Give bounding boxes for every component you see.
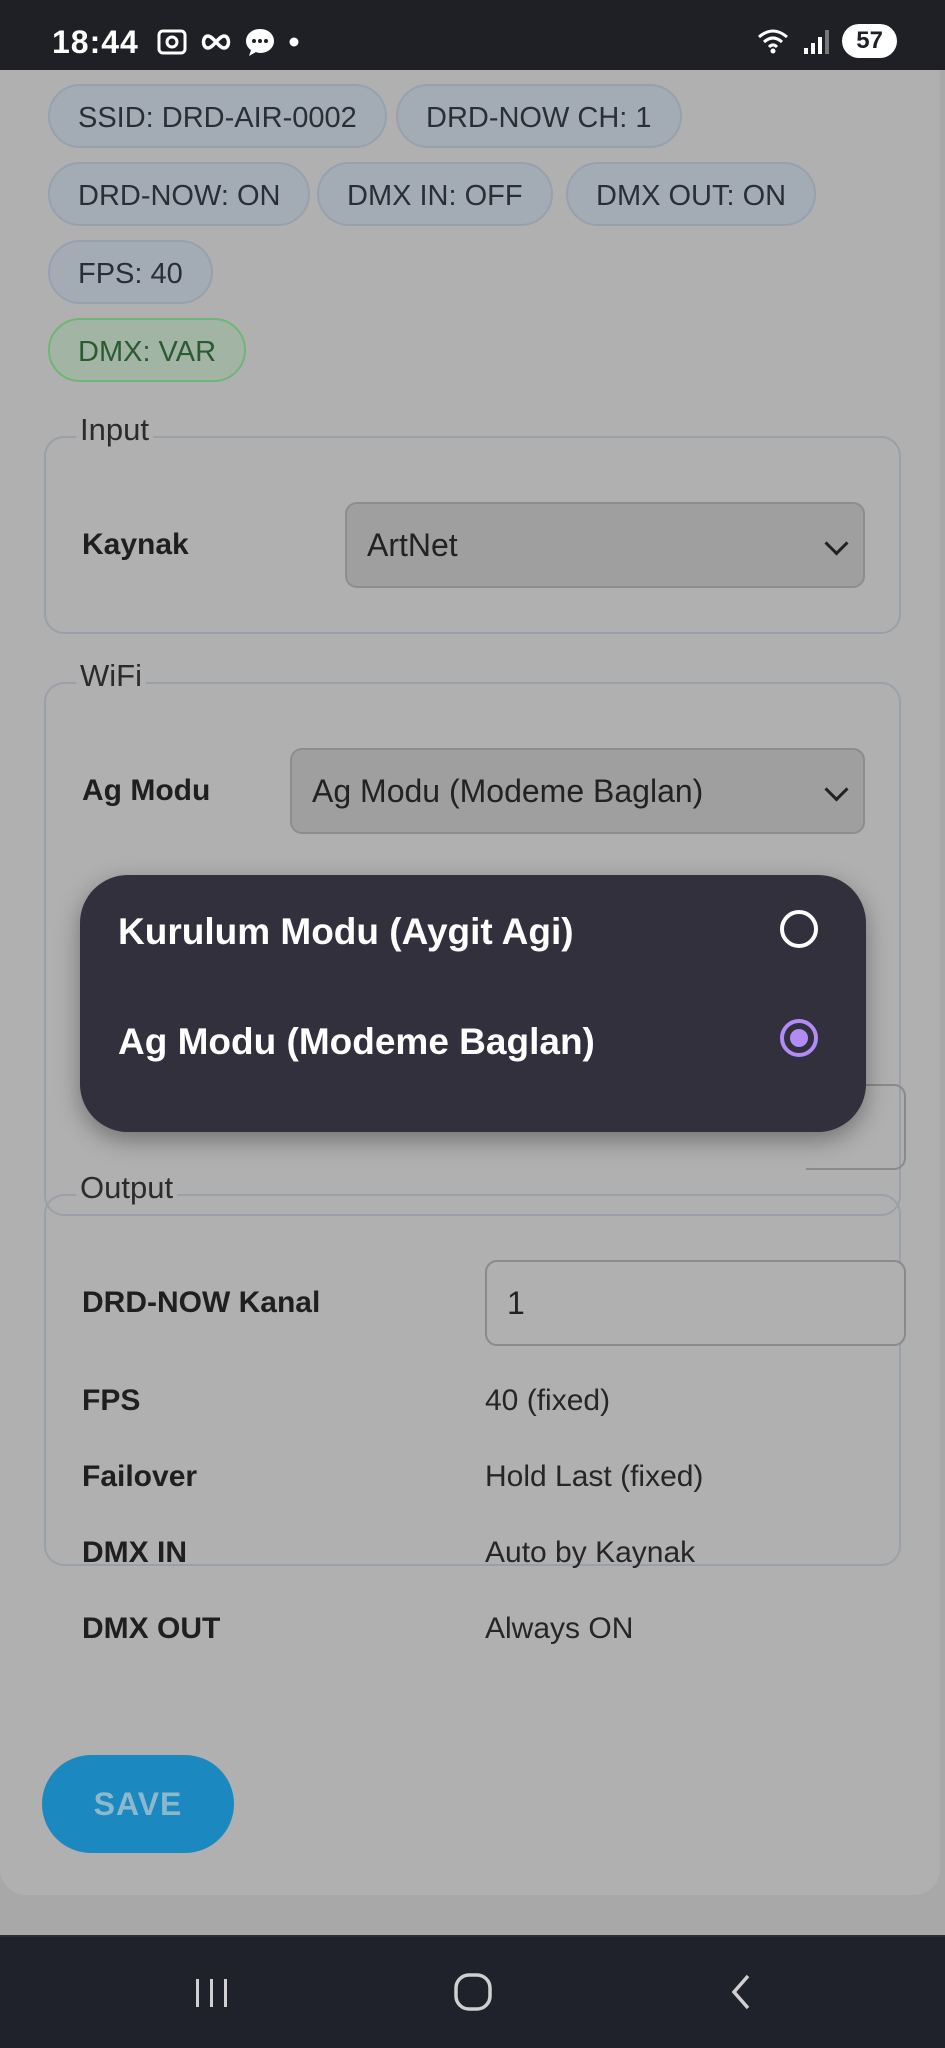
chevron-down-icon (824, 777, 849, 802)
infinity-icon (201, 34, 231, 50)
dmx-in-label: DMX IN (82, 1536, 187, 1569)
status-chip-drd-now-channel: DRD-NOW CH: 1 (396, 84, 682, 148)
status-bar: 18:44 57 (0, 0, 945, 70)
chevron-down-icon (824, 531, 849, 556)
drd-now-channel-label: DRD-NOW Kanal (82, 1286, 321, 1319)
home-icon[interactable] (452, 1971, 494, 2013)
output-section: Output DRD-NOW Kanal 1 FPS 40 (fixed) Fa… (44, 1170, 906, 1645)
network-mode-label: Ag Modu (82, 774, 211, 807)
status-chip-dmx-out: DMX OUT: ON (566, 162, 817, 226)
source-select[interactable]: ArtNet (345, 502, 865, 588)
wifi-section-legend: WiFi (76, 658, 146, 694)
status-chip-fps: FPS: 40 (48, 240, 213, 304)
option-setup-mode-label: Kurulum Modu (Aygit Agi) (118, 911, 574, 952)
status-chip-drd-now: DRD-NOW: ON (48, 162, 311, 226)
output-section-legend: Output (76, 1170, 178, 1206)
dmx-in-value: Auto by Kaynak (485, 1536, 696, 1569)
notification-icons (155, 26, 301, 58)
wifi-icon (758, 29, 789, 54)
status-time: 18:44 (52, 24, 139, 60)
battery-indicator: 57 (842, 24, 897, 58)
failover-value: Hold Last (fixed) (485, 1460, 704, 1493)
drd-now-channel-value: 1 (507, 1285, 525, 1321)
input-section: Input Kaynak ArtNet (44, 412, 901, 634)
status-chip-ssid: SSID: DRD-AIR-0002 (48, 84, 387, 148)
input-section-legend: Input (76, 412, 153, 448)
signal-icon (804, 30, 830, 54)
network-mode-dropdown: Kurulum Modu (Aygit Agi) Ag Modu (Modeme… (80, 875, 866, 1132)
system-icons: 57 (756, 24, 897, 58)
network-mode-select-value: Ag Modu (Modeme Baglan) (312, 773, 704, 809)
recent-apps-icon[interactable] (190, 1973, 234, 2013)
option-setup-mode[interactable]: Kurulum Modu (Aygit Agi) (80, 875, 866, 995)
fps-value: 40 (fixed) (485, 1384, 611, 1417)
failover-label: Failover (82, 1460, 198, 1493)
save-button[interactable]: SAVE (42, 1755, 234, 1853)
dmx-out-label: DMX OUT (82, 1612, 221, 1645)
chat-icon (246, 29, 274, 56)
drd-now-channel-input[interactable]: 1 (485, 1260, 906, 1346)
source-label: Kaynak (82, 528, 189, 561)
dot-icon (289, 37, 299, 47)
screenshot-icon (157, 29, 187, 55)
navigation-bar (0, 1937, 945, 2048)
option-network-mode[interactable]: Ag Modu (Modeme Baglan) (80, 995, 866, 1125)
network-mode-select[interactable]: Ag Modu (Modeme Baglan) (290, 748, 865, 834)
source-select-value: ArtNet (367, 527, 458, 563)
radio-unselected-icon[interactable] (780, 910, 818, 948)
status-chip-dmx: DMX: VAR (48, 318, 247, 382)
back-icon[interactable] (724, 1971, 758, 2013)
fps-label: FPS (82, 1384, 141, 1417)
option-network-mode-label: Ag Modu (Modeme Baglan) (118, 1021, 595, 1062)
dmx-out-value: Always ON (485, 1612, 634, 1645)
status-chip-dmx-in: DMX IN: OFF (317, 162, 553, 226)
radio-selected-icon[interactable] (780, 1019, 818, 1057)
